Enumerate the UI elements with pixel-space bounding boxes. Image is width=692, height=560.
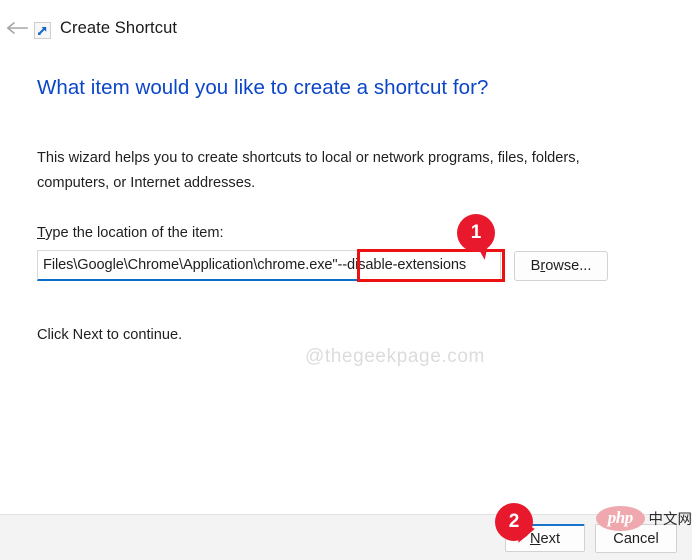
dialog-footer (0, 514, 692, 560)
location-input[interactable]: Files\Google\Chrome\Application\chrome.e… (37, 250, 501, 281)
window-title: Create Shortcut (60, 19, 178, 37)
intro-description: This wizard helps you to create shortcut… (37, 150, 580, 191)
browse-label-before: B (530, 258, 541, 274)
php-logo-chinese-text: 中文网 (648, 511, 692, 528)
window-titlebar: Create Shortcut (0, 0, 692, 52)
watermark-text: @thegeekpage.com (305, 346, 485, 367)
php-chinese-net-logo: php 中文网 (596, 505, 692, 531)
browse-label-after: owse... (545, 258, 592, 274)
next-label-text: ext (540, 530, 560, 547)
location-input-argument-value: --disable-extensions (337, 257, 467, 273)
location-label-accel-char: T (37, 225, 46, 241)
browse-button[interactable]: Br owse... (514, 251, 608, 281)
location-field-label: Type the location of the item: (37, 225, 224, 241)
annotation-badge-1: 1 (457, 214, 495, 252)
php-logo-text: php (596, 505, 645, 531)
back-arrow-button[interactable] (4, 18, 32, 38)
cancel-label: Cancel (613, 530, 659, 547)
location-input-path-value: Files\Google\Chrome\Application\chrome.e… (43, 257, 338, 273)
annotation-badge-2: 2 (495, 503, 533, 541)
click-next-instruction: Click Next to continue. (37, 327, 183, 343)
shortcut-arrow-icon (34, 22, 51, 39)
page-title: What item would you like to create a sho… (37, 76, 489, 99)
location-label-text: ype the location of the item: (45, 225, 224, 241)
